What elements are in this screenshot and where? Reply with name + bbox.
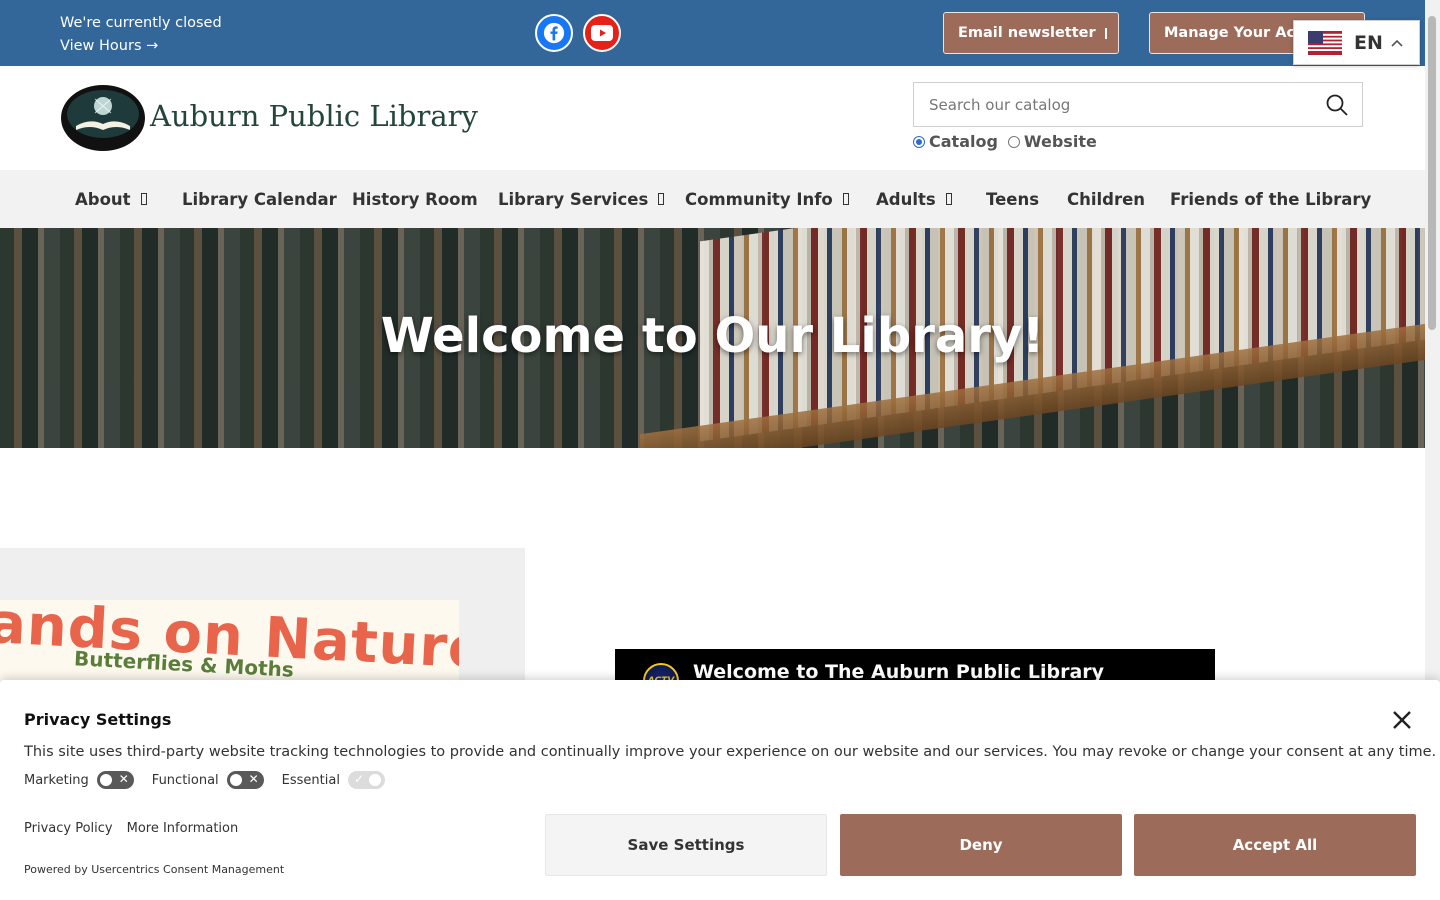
functional-toggle-label: Functional [151,772,219,788]
privacy-title: Privacy Settings [24,710,172,729]
deny-button[interactable]: Deny [840,814,1122,876]
save-settings-button[interactable]: Save Settings [545,814,827,876]
privacy-policy-link[interactable]: Privacy Policy [24,821,113,836]
marketing-toggle-label: Marketing [24,772,89,788]
x-icon: ✕ [118,772,129,786]
hero-title: Welcome to Our Library! [380,308,1045,364]
nav-label: Teens [986,189,1040,209]
check-icon: ✓ [353,772,365,786]
nav-label: Friends of the Library [1170,189,1372,209]
essential-toggle-label: Essential [281,772,340,788]
dropdown-icon [842,193,849,205]
email-newsletter-button[interactable]: Email newsletter [943,12,1119,54]
external-link-icon [1104,27,1107,39]
nav-label: Adults [876,189,936,209]
us-flag-icon [1308,30,1342,55]
dropdown-icon [658,193,665,205]
nav-item-about[interactable]: About [75,170,147,228]
main-nav: About Library Calendar History Room Libr… [0,170,1425,228]
language-selector[interactable]: EN [1293,20,1420,65]
website-radio[interactable] [1007,135,1020,148]
privacy-settings-dialog: Privacy Settings This site uses third-pa… [0,680,1440,900]
top-bar: We're currently closed View Hours → Emai… [0,0,1425,66]
closed-status-text: We're currently closed [60,15,222,31]
privacy-links: Privacy Policy More Information [24,821,252,836]
website-radio-label[interactable]: Website [1024,132,1097,151]
privacy-description: This site uses third-party website track… [24,744,1437,760]
functional-toggle[interactable]: ✕ [226,771,264,789]
hours-status: We're currently closed View Hours → [60,12,222,58]
library-name[interactable]: Auburn Public Library [150,99,478,133]
hero-banner: Welcome to Our Library! [0,228,1425,448]
marketing-toggle[interactable]: ✕ [96,771,134,789]
essential-toggle: ✓ [347,771,385,789]
scrollbar-thumb[interactable] [1428,16,1436,330]
nav-label: Community Info [685,189,833,209]
chevron-up-icon [1391,39,1403,47]
search-icon[interactable] [1326,94,1348,116]
search-input[interactable] [914,83,1314,126]
nav-label: Children [1067,189,1146,209]
toggle-knob [228,773,243,787]
nav-item-children[interactable]: Children [1067,170,1145,228]
nav-item-history-room[interactable]: History Room [352,170,478,228]
accept-all-button[interactable]: Accept All [1134,814,1416,876]
x-icon: ✕ [248,772,259,786]
powered-by-text: Powered by Usercentrics Consent Manageme… [24,863,285,876]
nav-item-teens[interactable]: Teens [986,170,1039,228]
nav-item-library-services[interactable]: Library Services [498,170,665,228]
dropdown-icon [945,193,952,205]
search-scope: Catalog Website [913,132,1107,151]
more-information-link[interactable]: More Information [127,821,239,836]
nav-label: History Room [352,189,478,209]
toggle-knob [367,773,382,787]
nav-item-friends-of-the-library[interactable]: Friends of the Library [1170,170,1371,228]
nav-label: About [75,189,131,209]
youtube-icon[interactable] [583,14,621,52]
close-icon[interactable] [1390,708,1414,732]
nav-item-library-calendar[interactable]: Library Calendar [182,170,337,228]
consent-toggles: Marketing ✕ Functional ✕ Essential ✓ [24,771,403,789]
language-code: EN [1354,31,1383,54]
nav-label: Library Calendar [182,189,337,209]
catalog-radio[interactable] [913,135,925,148]
catalog-search [913,82,1363,127]
dropdown-icon [140,193,147,205]
nav-item-adults[interactable]: Adults [876,170,952,228]
view-hours-link[interactable]: View Hours → [60,35,222,58]
nav-item-community-info[interactable]: Community Info [685,170,849,228]
toggle-knob [98,773,113,787]
nav-label: Library Services [498,189,649,209]
email-newsletter-label: Email newsletter [958,25,1096,41]
facebook-icon[interactable] [535,14,573,52]
catalog-radio-label[interactable]: Catalog [929,132,998,151]
